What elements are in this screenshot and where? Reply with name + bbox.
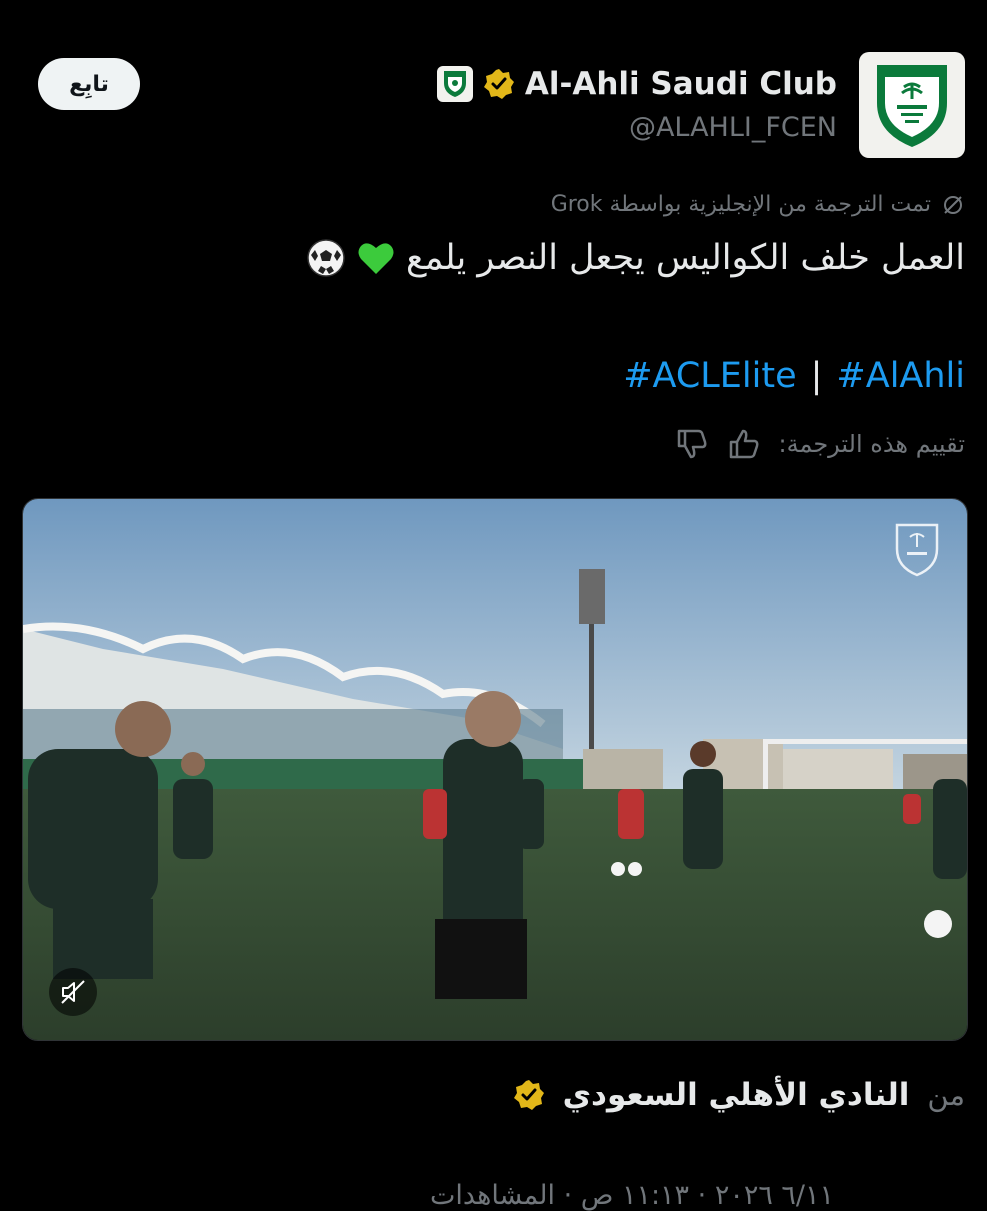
mute-toggle-button[interactable] <box>49 968 97 1016</box>
thumbs-up-icon[interactable] <box>727 427 761 461</box>
account-handle[interactable]: @ALAHLI_FCEN <box>437 112 837 143</box>
club-affiliation-badge-icon[interactable] <box>436 66 473 102</box>
muted-speaker-icon <box>61 980 85 1004</box>
hashtag-acl-elite[interactable]: #ACLElite <box>623 356 796 396</box>
account-name[interactable]: Al-Ahli Saudi Club <box>525 66 837 102</box>
hashtag-alahli[interactable]: #AlAhli <box>836 356 965 396</box>
follow-button[interactable]: تابِع <box>38 58 140 110</box>
club-crest-icon <box>877 65 947 147</box>
from-label: من <box>927 1078 965 1112</box>
translation-note-text: تمت الترجمة من الإنجليزية بواسطة Grok <box>550 192 931 217</box>
soccer-ball-icon <box>306 238 346 278</box>
post-text: العمل خلف الكواليس يجعل النصر يلمع <box>306 238 965 278</box>
from-attribution[interactable]: من النادي الأهلي السعودي <box>513 1070 965 1120</box>
account-header[interactable]: Al-Ahli Saudi Club @ALAHLI_FCEN <box>436 58 837 143</box>
thumbs-down-icon[interactable] <box>675 427 709 461</box>
video-player[interactable] <box>22 498 968 1041</box>
post-text-content: العمل خلف الكواليس يجعل النصر يلمع <box>406 238 965 278</box>
verified-gold-icon <box>513 1079 545 1111</box>
translate-icon <box>944 195 962 214</box>
top-cut-text: ـ ـ ـ ـ ـ ـ <box>0 0 987 6</box>
hashtag-separator: | <box>810 356 823 396</box>
green-heart-icon <box>356 238 396 278</box>
hashtags: #ACLElite | #AlAhli <box>623 356 965 396</box>
rate-translation-label: تقييم هذه الترجمة: <box>778 430 966 458</box>
post-timestamp-views: ٦/١١ ٢٠٢٦ · ١١:١٣ ص · المشاهدات <box>430 1180 835 1211</box>
club-watermark-icon <box>887 519 947 579</box>
rate-translation: تقييم هذه الترجمة: <box>675 424 966 464</box>
verified-gold-icon <box>483 68 515 100</box>
avatar[interactable] <box>859 52 965 158</box>
video-frame-image <box>23 499 967 1040</box>
translation-note: تمت الترجمة من الإنجليزية بواسطة Grok <box>551 192 965 217</box>
from-account-name[interactable]: النادي الأهلي السعودي <box>563 1077 910 1113</box>
